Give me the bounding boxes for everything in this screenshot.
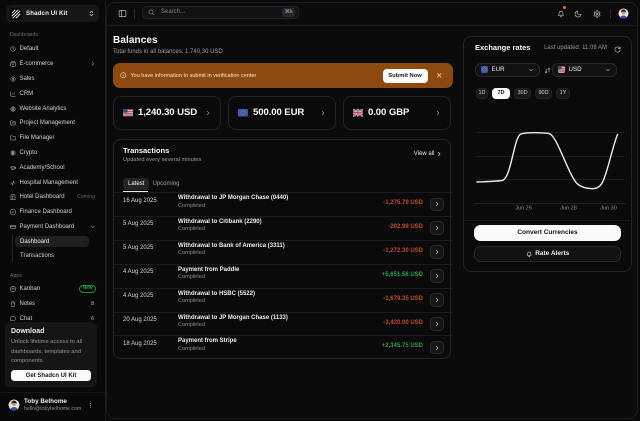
svg-text:Jun 30: Jun 30 — [600, 206, 617, 212]
svg-text:Jun 28: Jun 28 — [560, 206, 577, 212]
svg-text:Jun 26: Jun 26 — [515, 206, 532, 212]
